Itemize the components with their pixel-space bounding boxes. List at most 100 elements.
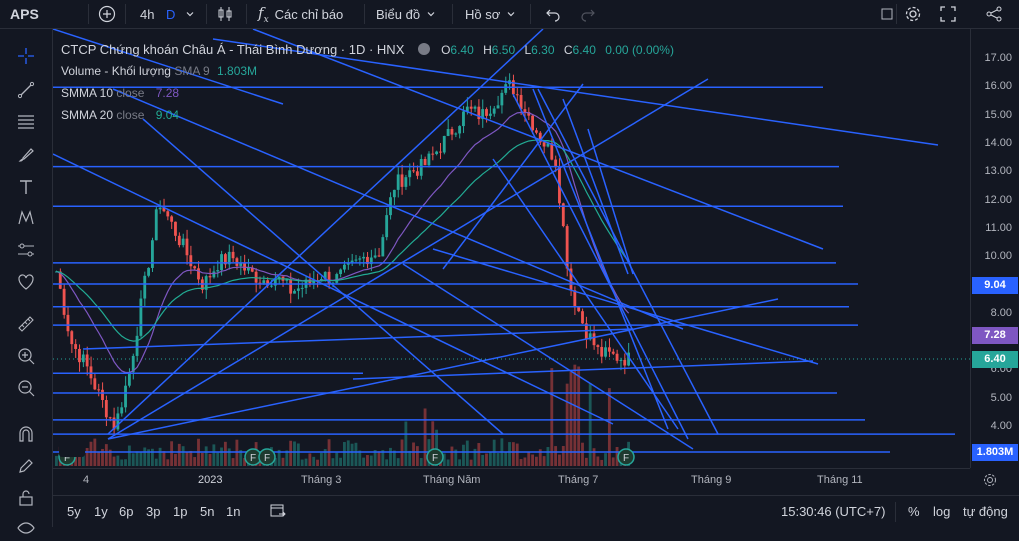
share-icon	[986, 6, 1002, 22]
candle-body	[542, 142, 546, 147]
range-1d[interactable]: 1n	[226, 504, 240, 519]
price-chart[interactable]: FFFFF	[53, 29, 970, 468]
range-3m[interactable]: 3p	[146, 504, 160, 519]
candle-body	[454, 133, 458, 135]
volume-bar	[208, 453, 212, 466]
top-toolbar: APS 4h D fx Các chỉ báo Biểu đồ Hồ sơ	[0, 0, 1019, 29]
separator	[125, 4, 126, 24]
candle-body	[496, 105, 500, 109]
volume-bar	[400, 439, 404, 466]
interval-d[interactable]: D	[166, 0, 175, 28]
fullscreen-button[interactable]	[940, 0, 956, 28]
volume-bar	[331, 458, 335, 466]
measure-tool[interactable]	[13, 311, 39, 337]
axis-settings-button[interactable]	[983, 473, 997, 492]
clock[interactable]: 15:30:46 (UTC+7)	[781, 504, 885, 519]
redo-icon	[581, 9, 595, 22]
magnet-tool[interactable]	[13, 421, 39, 447]
volume-bar	[415, 446, 419, 466]
volume-bar	[319, 452, 323, 466]
volume-bar	[592, 448, 596, 466]
volume-bar	[343, 442, 346, 466]
candle-body	[596, 345, 600, 347]
percent-toggle[interactable]: %	[908, 504, 920, 519]
settings-button[interactable]	[904, 0, 922, 28]
time-axis[interactable]: 4 2023 Tháng 3 Tháng Năm Tháng 7 Tháng 9…	[53, 468, 970, 493]
auto-toggle[interactable]: tự động	[963, 504, 1008, 519]
goto-date-button[interactable]	[270, 503, 286, 522]
volume-bar	[235, 439, 239, 466]
candle-body	[151, 240, 154, 268]
brush-tool[interactable]	[13, 142, 39, 168]
candle-body	[439, 151, 442, 153]
favorites-tool[interactable]	[13, 269, 39, 295]
legend-volume[interactable]: Volume - Khối lượng SMA 9 1.803M	[61, 64, 257, 78]
prediction-tool[interactable]	[13, 237, 39, 263]
candle-body	[431, 153, 435, 155]
price-tick-label: 14.00	[984, 136, 1012, 149]
candle-body	[170, 216, 174, 222]
volume-bar	[377, 451, 381, 466]
lock-tool[interactable]	[13, 485, 39, 511]
zoom-in-tool[interactable]	[13, 343, 39, 369]
interval-4h[interactable]: 4h	[140, 0, 154, 28]
legend-smma10[interactable]: SMMA 10 close 7.28	[61, 86, 179, 100]
symbol-description[interactable]: CTCP Chứng khoán Châu Á - Thái Bình Dươn…	[61, 42, 404, 57]
crosshair-tool[interactable]	[13, 43, 39, 69]
layout-button[interactable]: Hồ sơ	[465, 0, 516, 28]
smma20-line	[56, 139, 630, 342]
candle-body	[197, 268, 200, 280]
volume-bar	[458, 459, 462, 466]
candle-body	[101, 389, 104, 401]
chevron-down-icon	[507, 12, 515, 17]
zoom-out-tool[interactable]	[13, 375, 39, 401]
volume-bar	[346, 440, 350, 466]
smma10-value: 7.28	[155, 86, 180, 100]
volume-bar	[289, 440, 293, 466]
volume-bar	[577, 366, 581, 466]
volume-bar	[523, 457, 527, 466]
eye-tool[interactable]	[13, 515, 39, 541]
volume-bar	[519, 459, 523, 466]
separator	[896, 4, 897, 24]
range-5d[interactable]: 5n	[200, 504, 214, 519]
volume-bar	[312, 456, 316, 466]
chart-pane[interactable]: FFFFF	[53, 29, 970, 468]
price-axis[interactable]: 17.00 16.00 15.00 14.00 13.00 12.00 11.00 10.00…	[970, 29, 1019, 468]
separator	[530, 4, 531, 24]
legend-smma20[interactable]: SMMA 20 close 9.04	[61, 108, 179, 122]
range-1m[interactable]: 1p	[173, 504, 187, 519]
indicators-button[interactable]: fx Các chỉ báo	[258, 0, 343, 28]
volume-bar	[231, 458, 235, 466]
range-5y[interactable]: 5y	[67, 504, 81, 519]
symbol-search[interactable]: APS	[10, 0, 39, 28]
smma10-src: close	[116, 86, 145, 100]
share-button[interactable]	[986, 0, 1002, 28]
range-6m[interactable]: 6p	[119, 504, 133, 519]
chart-style-button[interactable]	[216, 0, 234, 28]
draw-mode-tool[interactable]	[13, 453, 39, 479]
fib-tool[interactable]	[13, 109, 39, 135]
pattern-tool[interactable]	[13, 205, 39, 231]
volume-bar	[139, 452, 143, 466]
volume-bar	[481, 454, 485, 466]
text-tool[interactable]	[13, 174, 39, 200]
trend-line-tool[interactable]	[13, 77, 39, 103]
range-1y[interactable]: 1y	[94, 504, 108, 519]
volume-bar	[462, 444, 465, 466]
log-toggle[interactable]: log	[933, 504, 950, 519]
candle-body	[607, 347, 611, 352]
compare-symbol-button[interactable]	[98, 0, 116, 28]
interval-dropdown[interactable]	[185, 0, 195, 28]
collapse-icon[interactable]	[417, 43, 430, 55]
volume-bar	[542, 456, 546, 466]
fullscreen-mode-button[interactable]	[880, 0, 894, 28]
candle-body	[488, 113, 492, 116]
volume-bar	[220, 447, 223, 466]
redo-button[interactable]	[580, 0, 596, 28]
undo-button[interactable]	[545, 0, 561, 28]
chart-type-button[interactable]: Biểu đồ	[376, 0, 436, 28]
time-label: 4	[83, 474, 90, 486]
volume-bar	[181, 446, 185, 466]
separator	[895, 502, 896, 522]
